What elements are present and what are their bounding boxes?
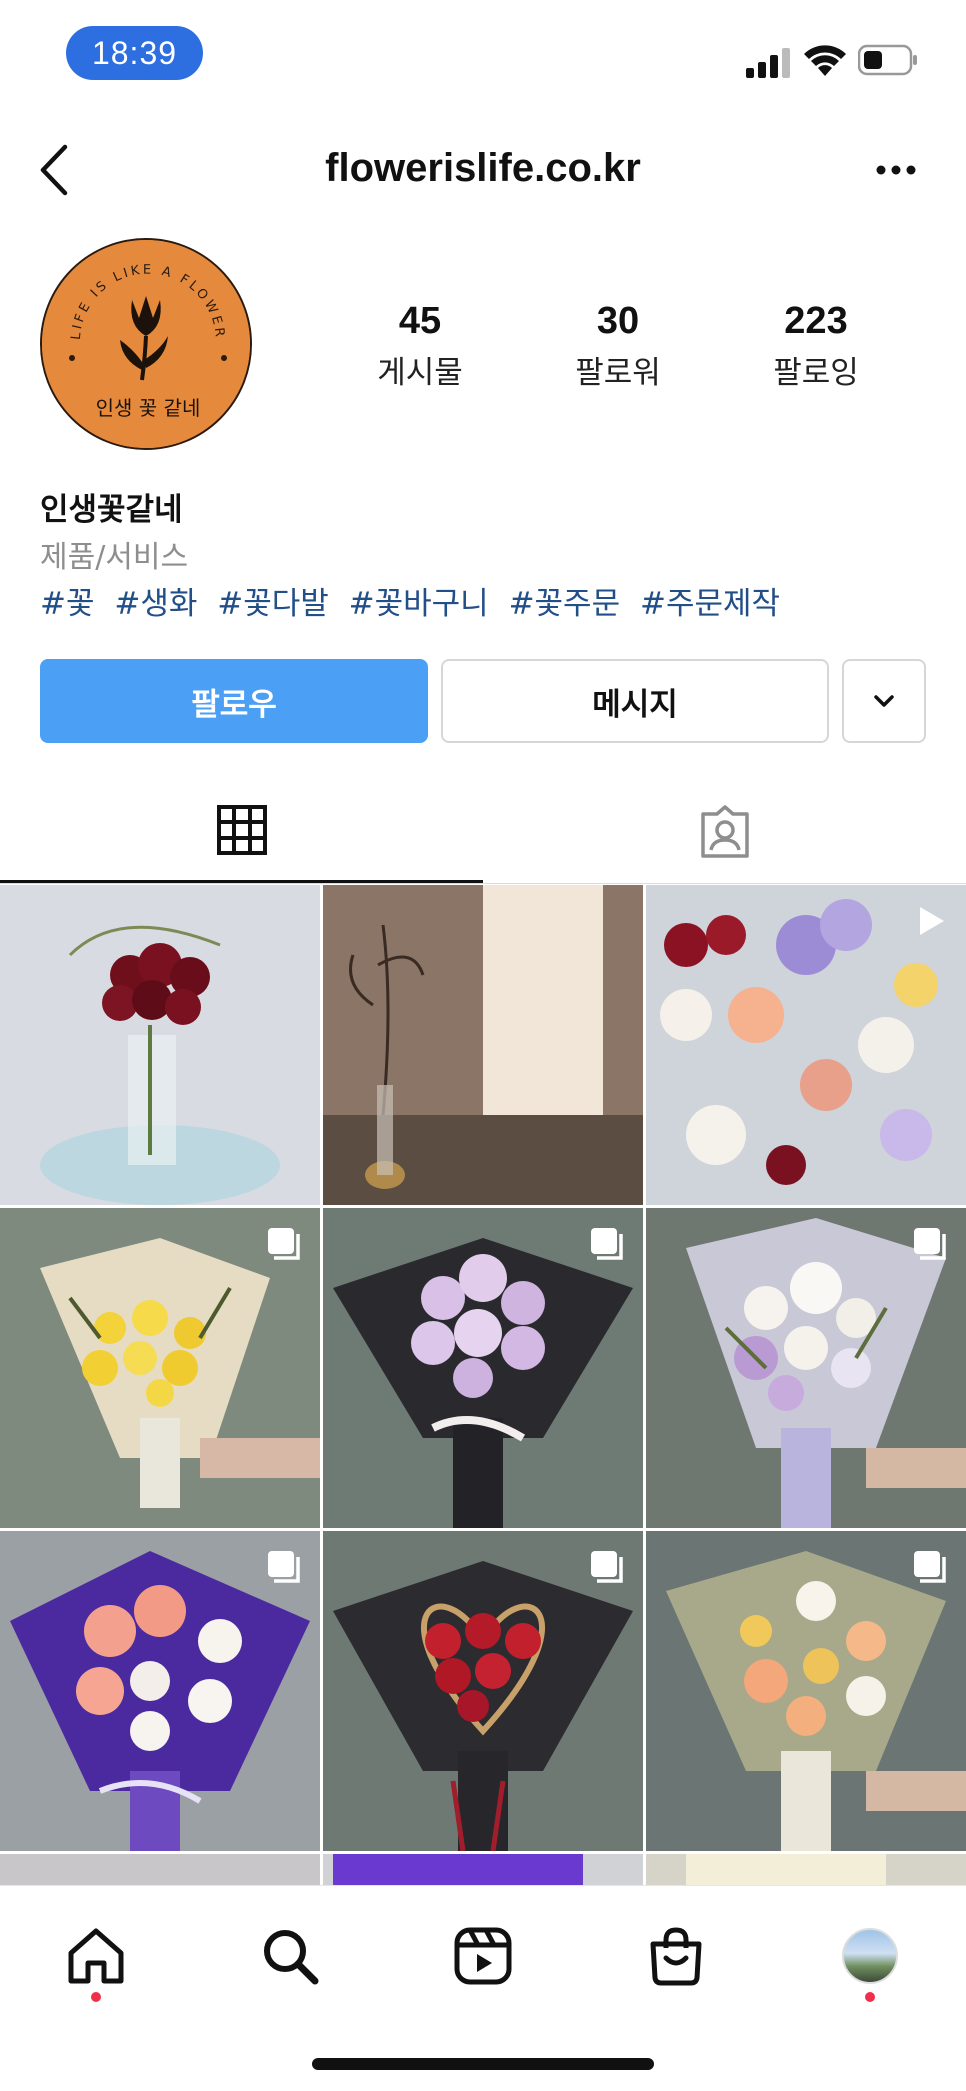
wifi-icon <box>804 45 846 76</box>
tab-posts-grid[interactable] <box>0 780 483 883</box>
logo-image: LIFE IS LIKE A FLOWER 인생 꽃 같네 <box>42 240 250 448</box>
svg-text:인생 꽃 같네: 인생 꽃 같네 <box>96 396 201 420</box>
post-thumbnail[interactable] <box>646 1208 966 1528</box>
post-thumbnail[interactable] <box>0 1854 320 1885</box>
post-image <box>323 885 643 1205</box>
hashtag-link[interactable]: #생화 <box>114 586 197 622</box>
posts-grid <box>0 885 966 1885</box>
page-title: flowerislife.co.kr <box>325 146 641 190</box>
status-bar: 18:39 <box>0 0 966 110</box>
nav-reels[interactable] <box>443 1916 523 1996</box>
stat-posts[interactable]: 45 게시물 <box>330 300 510 392</box>
profile-name: 인생꽃같네 <box>40 492 183 528</box>
nav-profile[interactable] <box>830 1916 910 1996</box>
profile-hashtags: #꽃 #생화 #꽃다발 #꽃바구니 #꽃주문 #주문제작 <box>40 578 790 623</box>
carousel-icon <box>591 1228 623 1260</box>
stat-followers-label: 팔로워 <box>575 355 661 391</box>
hashtag-link[interactable]: #주문제작 <box>640 586 780 622</box>
search-icon <box>264 1930 319 1985</box>
shop-icon <box>650 1927 702 1986</box>
stat-following[interactable]: 223 팔로잉 <box>726 300 906 392</box>
hashtag-link[interactable]: #꽃 <box>40 586 95 622</box>
tab-tagged[interactable] <box>483 780 966 884</box>
profile-tabs <box>0 780 966 884</box>
post-thumbnail[interactable] <box>323 1208 643 1528</box>
home-icon <box>68 1928 124 1984</box>
stat-posts-value: 45 <box>398 300 442 342</box>
post-thumbnail[interactable] <box>646 885 966 1205</box>
post-image <box>646 1854 966 1885</box>
battery-icon <box>858 44 917 76</box>
stat-following-value: 223 <box>784 300 848 342</box>
more-options-button[interactable] <box>868 142 924 198</box>
profile-avatar-large[interactable]: LIFE IS LIKE A FLOWER 인생 꽃 같네 <box>40 238 252 450</box>
post-thumbnail[interactable] <box>0 1531 320 1851</box>
follow-button[interactable]: 팔로우 <box>40 659 428 743</box>
post-image <box>0 885 320 1205</box>
notification-dot <box>91 1992 101 2002</box>
hashtag-link[interactable]: #꽃주문 <box>509 586 621 622</box>
reels-play-icon <box>920 907 944 935</box>
hashtag-link[interactable]: #꽃다발 <box>217 586 329 622</box>
profile-header: flowerislife.co.kr <box>0 130 966 210</box>
signal-icon <box>746 48 790 78</box>
bottom-navigation <box>0 1885 966 2091</box>
notification-dot <box>865 1992 875 2002</box>
carousel-icon <box>914 1551 946 1583</box>
stat-followers-value: 30 <box>596 300 640 342</box>
post-thumbnail[interactable] <box>646 1854 966 1885</box>
profile-stats: 45 게시물 30 팔로워 223 팔로잉 <box>330 300 890 400</box>
nav-shop[interactable] <box>636 1916 716 1996</box>
post-thumbnail[interactable] <box>323 1854 643 1885</box>
post-thumbnail[interactable] <box>0 885 320 1205</box>
nav-search[interactable] <box>250 1916 330 1996</box>
stat-posts-label: 게시물 <box>377 355 463 391</box>
stat-following-label: 팔로잉 <box>773 355 859 391</box>
carousel-icon <box>914 1228 946 1260</box>
reels-icon <box>454 1927 512 1985</box>
post-thumbnail[interactable] <box>323 885 643 1205</box>
profile-avatar <box>842 1928 898 1984</box>
profile-category: 제품/서비스 <box>40 540 189 575</box>
home-indicator <box>312 2058 654 2070</box>
tagged-icon <box>700 805 749 858</box>
stat-followers[interactable]: 30 팔로워 <box>528 300 708 392</box>
post-thumbnail[interactable] <box>0 1208 320 1528</box>
message-button[interactable]: 메시지 <box>441 659 829 743</box>
chevron-down-icon <box>874 695 894 707</box>
more-horizontal-icon <box>876 165 916 175</box>
carousel-icon <box>591 1551 623 1583</box>
suggested-accounts-button[interactable] <box>842 659 926 743</box>
post-image <box>0 1854 320 1885</box>
grid-icon <box>216 805 267 855</box>
post-thumbnail[interactable] <box>323 1531 643 1851</box>
nav-home[interactable] <box>56 1916 136 1996</box>
post-thumbnail[interactable] <box>646 1531 966 1851</box>
status-time: 18:39 <box>66 26 203 80</box>
hashtag-link[interactable]: #꽃바구니 <box>349 586 489 622</box>
carousel-icon <box>268 1228 300 1260</box>
carousel-icon <box>268 1551 300 1583</box>
post-image <box>323 1854 643 1885</box>
